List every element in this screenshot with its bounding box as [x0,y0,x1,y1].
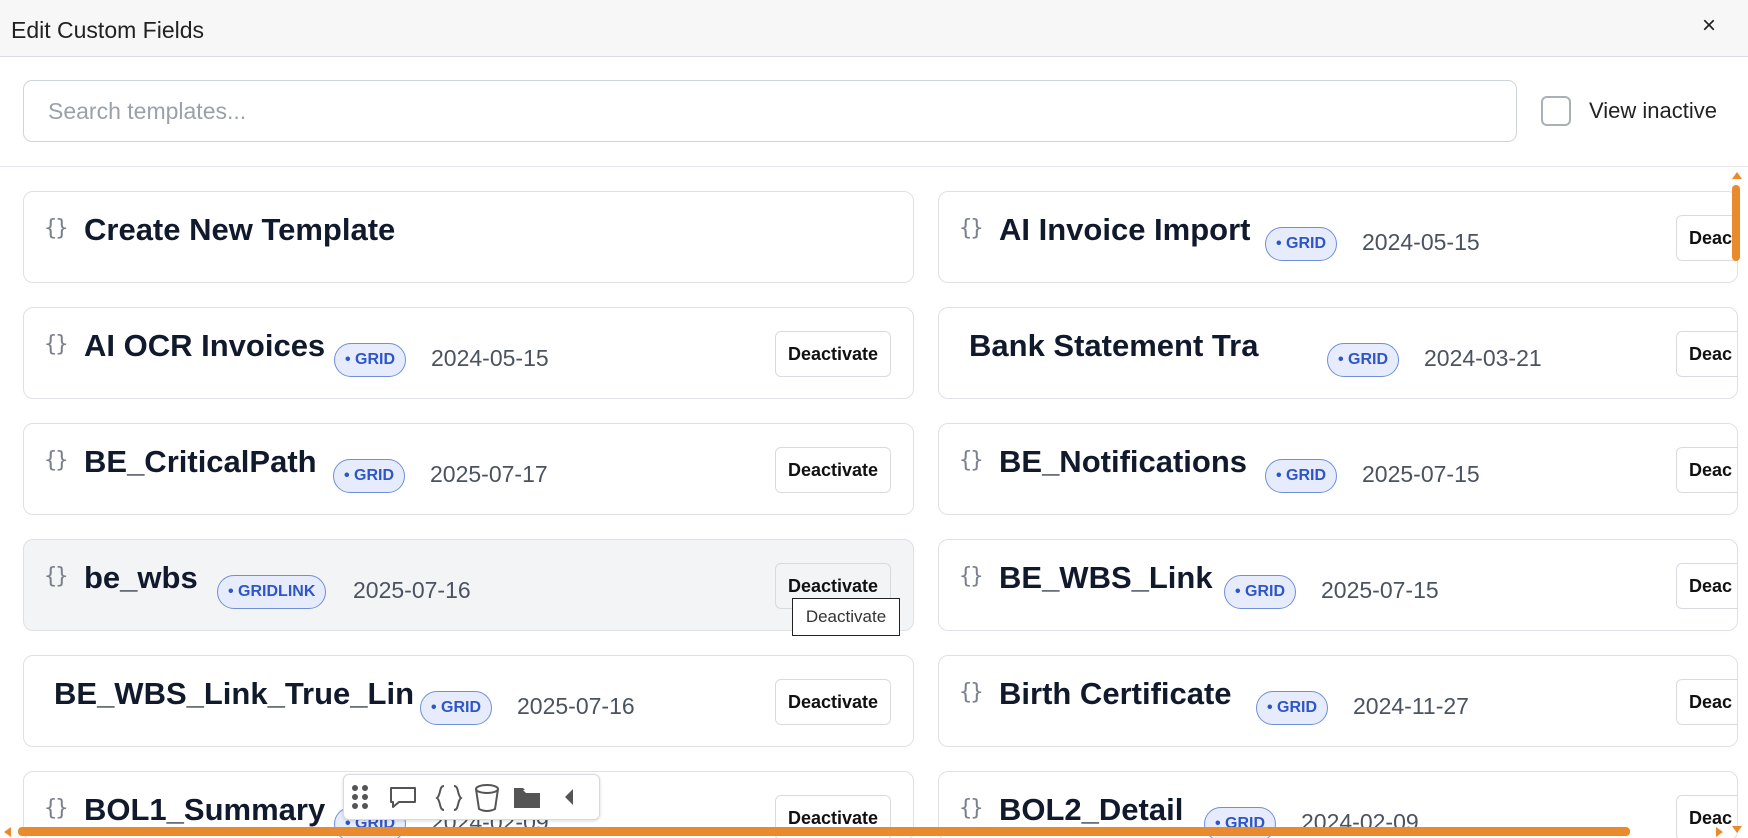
search-input[interactable] [23,80,1517,142]
type-badge: • GRIDLINK [217,575,327,609]
type-badge: • GRID [1265,459,1338,493]
card-date: 2024-05-15 [1362,229,1480,255]
floating-toolbar [343,774,600,820]
deactivate-button[interactable]: Deactivate [775,447,892,493]
card-title: BOL2_Detail [999,792,1184,827]
card-title: AI OCR Invoices [84,328,326,363]
drag-handle-icon[interactable] [349,783,371,811]
card-title: Bank Statement Transa [969,328,1259,363]
card-title: AI Invoice Import [999,212,1251,247]
create-template-card[interactable]: {} Create New Template [23,191,914,283]
view-inactive-label: View inactive [1589,98,1717,123]
braces-icon: {} [44,796,68,821]
deactivate-button[interactable]: Deac [1676,679,1737,725]
search-bar: View inactive [0,57,1748,167]
card-title: Create New Template [84,212,396,247]
deactivate-button[interactable]: Deac [1676,563,1737,609]
deactivate-button[interactable]: Deac [1676,331,1737,377]
card-title: Birth Certificate [999,676,1232,711]
braces-icon: {} [44,332,68,357]
deactivate-button[interactable]: Deac [1676,447,1737,493]
card-title: BOL1_Summary [84,792,326,827]
type-badge: • GRID [1265,227,1338,261]
code-braces-icon[interactable] [434,783,464,813]
bucket-icon[interactable] [473,783,501,813]
card-date: 2025-07-16 [353,577,471,603]
vertical-scrollbar-thumb[interactable] [1732,185,1740,261]
dialog-title: Edit Custom Fields [11,17,205,43]
template-card[interactable]: {} be_wbs • GRIDLINK 2025-07-16 Deactiva… [23,539,914,631]
card-title: BE_CriticalPath [84,444,317,479]
card-date: 2024-05-15 [431,345,549,371]
scroll-down-icon[interactable] [1732,826,1742,833]
scroll-right-icon[interactable] [1716,827,1723,837]
type-badge: • GRID [334,343,407,377]
template-card[interactable]: {} AI OCR Invoices • GRID 2024-05-15 Dea… [23,307,914,399]
close-icon[interactable]: × [1702,14,1716,38]
braces-icon: {} [44,216,68,241]
type-badge: • GRID [1224,575,1297,609]
card-date: 2025-07-16 [517,693,635,719]
horizontal-scrollbar-thumb[interactable] [18,827,1630,836]
card-title: be_wbs [84,560,198,595]
template-card[interactable]: {} BE_WBS_Link • GRID 2025-07-15 Deac [938,539,1738,631]
braces-icon: {} [959,448,983,473]
card-title: BE_Notifications [999,444,1248,479]
braces-icon: {} [959,564,983,589]
template-card[interactable]: {} BE_CriticalPath • GRID 2025-07-17 Dea… [23,423,914,515]
collapse-left-icon[interactable] [560,783,578,811]
template-card[interactable]: Bank Statement Transa • GRID 2024-03-21 … [938,307,1738,399]
scroll-left-icon[interactable] [4,827,11,837]
card-title: BE_WBS_Link [999,560,1213,595]
card-date: 2024-11-27 [1353,693,1469,719]
scroll-up-icon[interactable] [1732,172,1742,179]
card-date: 2025-07-17 [430,461,548,487]
braces-icon: {} [959,796,983,821]
braces-icon: {} [44,448,68,473]
card-date: 2025-07-15 [1362,461,1480,487]
deactivate-button[interactable]: Deac [1676,215,1737,261]
comment-icon[interactable] [388,783,418,811]
card-date: 2025-07-15 [1321,577,1439,603]
card-date: 2024-03-21 [1424,345,1542,371]
deactivate-button[interactable]: Deactivate [775,331,892,377]
view-inactive-toggle[interactable]: View inactive [1541,96,1717,126]
braces-icon: {} [44,564,68,589]
template-card[interactable]: {} AI Invoice Import • GRID 2024-05-15 D… [938,191,1738,283]
type-badge: • GRID [333,459,406,493]
dialog-header: Edit Custom Fields × [0,0,1748,57]
braces-icon: {} [959,216,983,241]
deactivate-button[interactable]: Deactivate [775,679,892,725]
folder-icon[interactable] [512,783,542,811]
template-card[interactable]: {} Birth Certificate • GRID 2024-11-27 D… [938,655,1738,747]
template-card[interactable]: BE_WBS_Link_True_Lin • GRID 2025-07-16 D… [23,655,914,747]
template-card[interactable]: {} BE_Notifications • GRID 2025-07-15 De… [938,423,1738,515]
deactivate-tooltip: Deactivate [792,598,900,636]
type-badge: • GRID [1256,691,1329,725]
type-badge: • GRID [1327,343,1400,377]
view-inactive-checkbox[interactable] [1541,96,1571,126]
braces-icon: {} [959,680,983,705]
card-title: BE_WBS_Link_True_Lin [54,676,414,711]
type-badge: • GRID [420,691,493,725]
deactivate-button[interactable]: Deac [1676,795,1737,838]
